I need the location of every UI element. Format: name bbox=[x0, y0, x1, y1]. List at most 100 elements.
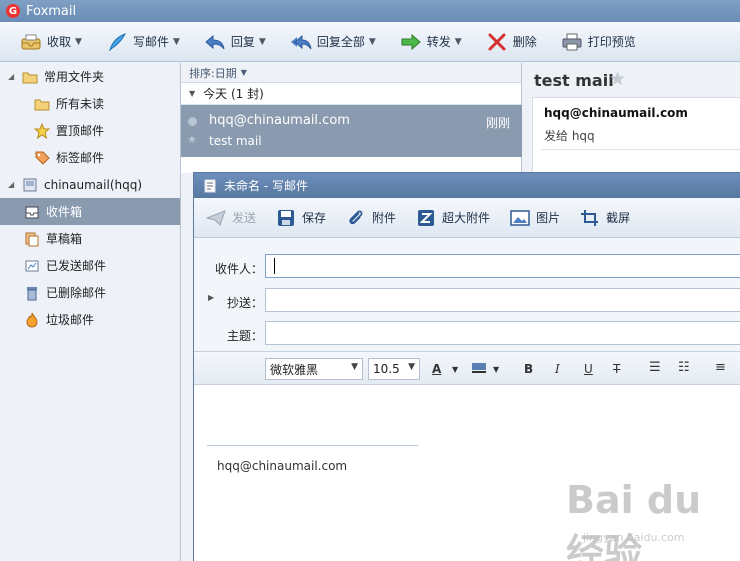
insert-picture-button[interactable]: 图片 bbox=[510, 209, 560, 227]
junk-fire-icon bbox=[24, 312, 40, 328]
sidebar-group-common[interactable]: ◢ 常用文件夹 bbox=[0, 63, 180, 90]
underline-icon[interactable]: U bbox=[584, 362, 593, 376]
account-mailbox-icon bbox=[22, 177, 38, 193]
tree-expand-icon[interactable]: ◢ bbox=[8, 180, 18, 189]
cc-field-row: ▶ 抄送： bbox=[194, 284, 740, 318]
send-button[interactable]: 发送 bbox=[206, 209, 256, 227]
receive-button[interactable]: 收取 ▼ bbox=[14, 27, 88, 57]
screenshot-button[interactable]: 截屏 bbox=[580, 209, 630, 227]
sidebar-group-account[interactable]: ◢ chinaumail(hqq) bbox=[0, 171, 180, 198]
mail-subject: test mail bbox=[209, 134, 262, 148]
to-field-row: 收件人： bbox=[194, 250, 740, 284]
sidebar-item-junk[interactable]: 垃圾邮件 bbox=[0, 306, 180, 333]
reply-all-button[interactable]: 回复全部 ▼ bbox=[284, 27, 382, 57]
sidebar-item-deleted[interactable]: 已删除邮件 bbox=[0, 279, 180, 306]
trash-bin-icon bbox=[24, 285, 40, 301]
forward-button[interactable]: 转发 ▼ bbox=[394, 27, 468, 57]
sidebar-item-label: 草稿箱 bbox=[46, 232, 83, 246]
insert-picture-label: 图片 bbox=[536, 211, 561, 225]
large-attachment-label: 超大附件 bbox=[442, 211, 491, 225]
sidebar-item-drafts[interactable]: 草稿箱 bbox=[0, 225, 180, 252]
chevron-down-icon[interactable]: ▼ bbox=[75, 37, 82, 47]
sort-label: 排序:日期 bbox=[189, 66, 237, 80]
sidebar-item-pinned[interactable]: 置顶邮件 bbox=[0, 117, 180, 144]
preview-sender[interactable]: hqq@chinaumail.com bbox=[544, 106, 688, 120]
font-size-value: 10.5 bbox=[373, 362, 400, 376]
chevron-down-icon[interactable]: ▼ bbox=[493, 365, 499, 374]
star-icon[interactable]: ★ bbox=[187, 133, 197, 146]
preview-subject: test mail bbox=[534, 71, 614, 90]
bold-icon[interactable]: B bbox=[524, 362, 533, 376]
sidebar-item-inbox[interactable]: 收件箱 bbox=[0, 198, 180, 225]
cc-field[interactable] bbox=[265, 288, 740, 312]
send-label: 发送 bbox=[232, 211, 257, 225]
sidebar-item-sent[interactable]: 已发送邮件 bbox=[0, 252, 180, 279]
font-family-select[interactable]: 微软雅黑 ▼ bbox=[265, 358, 363, 380]
attach-button[interactable]: 附件 bbox=[346, 209, 396, 227]
send-paper-plane-icon bbox=[206, 209, 226, 227]
compose-label: 写邮件 bbox=[132, 35, 169, 49]
save-button[interactable]: 保存 bbox=[276, 209, 326, 227]
read-status-icon[interactable] bbox=[188, 117, 197, 126]
reply-arrow-icon bbox=[204, 33, 226, 51]
tree-expand-icon[interactable]: ◢ bbox=[8, 72, 18, 81]
receive-label: 收取 bbox=[47, 35, 72, 49]
chevron-down-icon[interactable]: ▼ bbox=[455, 37, 462, 47]
compose-title: 未命名 - 写邮件 bbox=[224, 179, 308, 193]
folder-icon bbox=[34, 96, 50, 112]
chevron-down-icon[interactable]: ▼ bbox=[173, 37, 180, 47]
compose-toolbar: 发送 保存 附件 超大附件 图片 截屏 bbox=[194, 198, 740, 238]
attach-label: 附件 bbox=[372, 211, 397, 225]
date-group-header[interactable]: ▼ 今天 (1 封) bbox=[181, 83, 521, 105]
compose-button[interactable]: 写邮件 ▼ bbox=[100, 27, 186, 57]
delete-label: 删除 bbox=[512, 35, 537, 49]
picture-icon bbox=[510, 209, 530, 227]
folder-sidebar: ◢ 常用文件夹 所有未读 置顶邮件 标签邮件 ◢ chinaumail(hqq)… bbox=[0, 63, 181, 561]
align-icon[interactable]: ≡ bbox=[715, 360, 726, 375]
tag-icon bbox=[34, 150, 50, 166]
highlight-color-icon[interactable] bbox=[471, 362, 487, 377]
drafts-icon bbox=[24, 231, 40, 247]
star-icon[interactable]: ★ bbox=[609, 68, 626, 90]
preview-recipient: 发给 hqq bbox=[544, 129, 595, 143]
to-field[interactable] bbox=[265, 254, 740, 278]
delete-button[interactable]: 删除 bbox=[480, 27, 543, 57]
font-color-icon[interactable]: A bbox=[432, 362, 441, 376]
sidebar-item-tagged[interactable]: 标签邮件 bbox=[0, 144, 180, 171]
italic-icon[interactable]: I bbox=[555, 362, 560, 376]
sidebar-account-label: chinaumail(hqq) bbox=[44, 177, 143, 192]
bullet-list-icon[interactable]: ☰ bbox=[649, 360, 661, 375]
sidebar-item-all-unread[interactable]: 所有未读 bbox=[0, 90, 180, 117]
subject-field[interactable] bbox=[265, 321, 740, 345]
print-preview-button[interactable]: 打印预览 bbox=[555, 27, 642, 57]
sort-control[interactable]: 排序:日期 ▼ bbox=[181, 63, 521, 83]
reply-all-label: 回复全部 bbox=[316, 35, 365, 49]
text-cursor bbox=[274, 258, 275, 274]
feather-pen-icon bbox=[106, 32, 128, 51]
large-attachment-button[interactable]: 超大附件 bbox=[416, 209, 490, 227]
main-toolbar: 收取 ▼ 写邮件 ▼ 回复 ▼ 回复全部 ▼ 转发 ▼ 删除 打印预览 bbox=[0, 22, 740, 62]
to-label: 收件人： bbox=[214, 262, 263, 276]
preview-header-card: hqq@chinaumail.com 发给 hqq bbox=[532, 97, 740, 177]
chevron-down-icon[interactable]: ▼ bbox=[259, 37, 266, 47]
strikethrough-icon[interactable]: T bbox=[613, 362, 620, 376]
font-size-select[interactable]: 10.5 ▼ bbox=[368, 358, 420, 380]
screenshot-label: 截屏 bbox=[606, 211, 631, 225]
watermark-url: jingyan.baidu.com bbox=[583, 531, 685, 544]
reply-button[interactable]: 回复 ▼ bbox=[198, 27, 272, 57]
inbox-tray-icon bbox=[20, 33, 42, 51]
paperclip-icon bbox=[346, 209, 366, 227]
mail-time: 刚刚 bbox=[485, 116, 510, 130]
compose-titlebar[interactable]: 未命名 - 写邮件 bbox=[194, 173, 740, 198]
numbered-list-icon[interactable]: ☷ bbox=[678, 360, 690, 375]
mail-sender: hqq@chinaumail.com bbox=[209, 113, 350, 128]
subject-label: 主题： bbox=[226, 329, 263, 343]
table-row[interactable]: hqq@chinaumail.com 刚刚 ★ test mail bbox=[181, 105, 522, 157]
chevron-down-icon[interactable]: ▼ bbox=[369, 37, 376, 47]
expand-arrow-icon[interactable]: ▶ bbox=[208, 293, 214, 302]
save-floppy-icon bbox=[276, 209, 296, 227]
forward-arrow-icon bbox=[400, 33, 422, 51]
save-label: 保存 bbox=[302, 211, 327, 225]
inbox-icon bbox=[24, 204, 40, 220]
chevron-down-icon[interactable]: ▼ bbox=[452, 365, 458, 374]
